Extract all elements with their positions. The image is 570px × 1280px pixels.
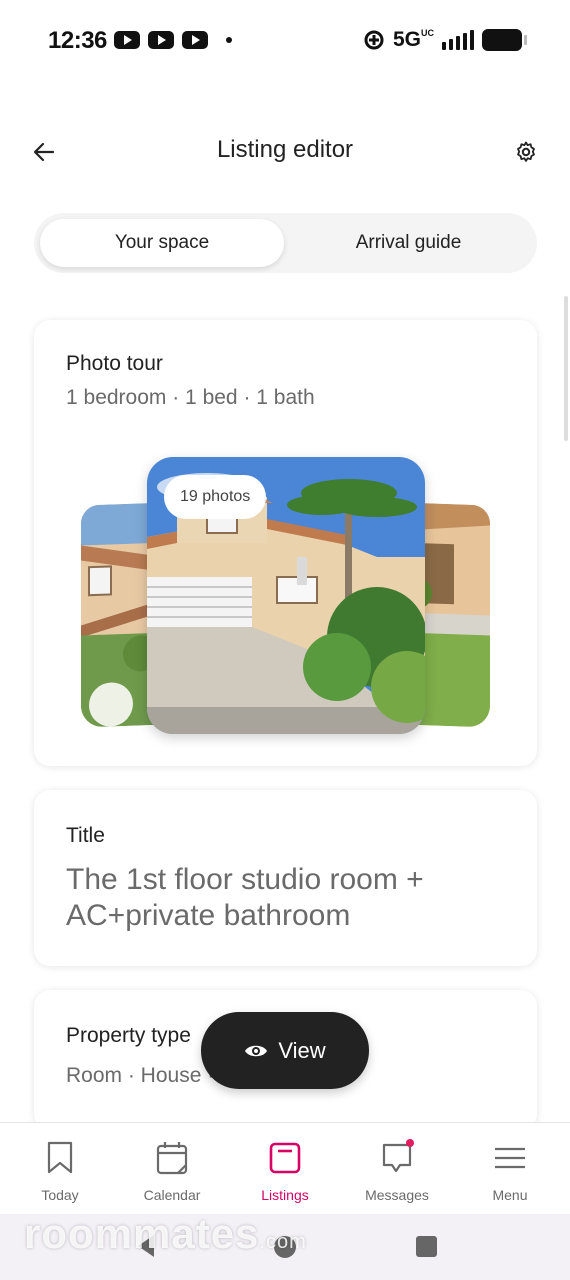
nav-label-messages: Messages xyxy=(365,1187,429,1203)
tab-arrival-guide[interactable]: Arrival guide xyxy=(286,219,531,267)
system-recents-icon[interactable] xyxy=(416,1236,437,1257)
page-title: Listing editor xyxy=(216,136,354,163)
data-saver-icon xyxy=(364,30,384,50)
message-icon xyxy=(380,1139,414,1175)
status-notification-icons xyxy=(114,31,232,49)
eye-icon xyxy=(245,1045,268,1056)
calendar-icon xyxy=(155,1141,189,1175)
youtube-icon xyxy=(114,31,140,49)
nav-label-menu: Menu xyxy=(492,1187,528,1203)
nav-item-calendar[interactable]: Calendar xyxy=(115,1123,229,1215)
nav-item-menu[interactable]: Menu xyxy=(453,1123,567,1215)
scrollbar[interactable] xyxy=(564,296,568,441)
network-suffix: UC xyxy=(421,28,434,38)
status-system-icons: 5GUC xyxy=(363,28,527,52)
nav-item-listings[interactable]: Listings xyxy=(228,1123,342,1215)
tab-your-space[interactable]: Your space xyxy=(40,219,284,267)
bottom-nav: Today Calendar Listings Messages Menu xyxy=(0,1122,570,1214)
view-button[interactable]: View xyxy=(201,1012,369,1089)
battery-icon xyxy=(482,29,527,51)
title-label: Title xyxy=(66,824,105,847)
watermark: roommates.com xyxy=(24,1210,307,1258)
photo-stack[interactable]: 19 photos xyxy=(34,320,537,766)
status-bar: 12:36 5GUC xyxy=(0,0,570,80)
title-card[interactable]: Title The 1st floor studio room + AC+pri… xyxy=(34,790,537,966)
nav-label-calendar: Calendar xyxy=(143,1187,201,1203)
youtube-icon xyxy=(148,31,174,49)
photo-count-badge: 19 photos xyxy=(164,475,267,519)
nav-label-today: Today xyxy=(41,1187,79,1203)
notification-dot-icon xyxy=(226,37,232,43)
signal-icon xyxy=(442,30,474,50)
header: Listing editor xyxy=(0,122,570,182)
watermark-text: roommates xyxy=(24,1210,260,1257)
property-type-label: Property type xyxy=(66,1024,191,1047)
youtube-icon xyxy=(182,31,208,49)
photo-tour-card[interactable]: Photo tour 1 bedroom · 1 bed · 1 bath 19… xyxy=(34,320,537,766)
bookmark-icon xyxy=(43,1141,77,1175)
network-type: 5GUC xyxy=(392,28,434,51)
watermark-suffix: .com xyxy=(259,1231,307,1253)
listings-icon xyxy=(268,1141,302,1175)
settings-button[interactable] xyxy=(510,136,542,168)
nav-label-listings: Listings xyxy=(261,1187,309,1203)
unread-badge-dot xyxy=(406,1139,414,1147)
listing-title-value: The 1st floor studio room + AC+private b… xyxy=(66,863,424,932)
segmented-tabs: Your space Arrival guide xyxy=(34,213,537,273)
gear-icon xyxy=(517,141,535,162)
view-button-label: View xyxy=(278,1037,326,1063)
nav-item-today[interactable]: Today xyxy=(3,1123,117,1215)
menu-icon xyxy=(493,1141,527,1175)
nav-item-messages[interactable]: Messages xyxy=(340,1123,454,1215)
status-time: 12:36 xyxy=(48,27,107,54)
